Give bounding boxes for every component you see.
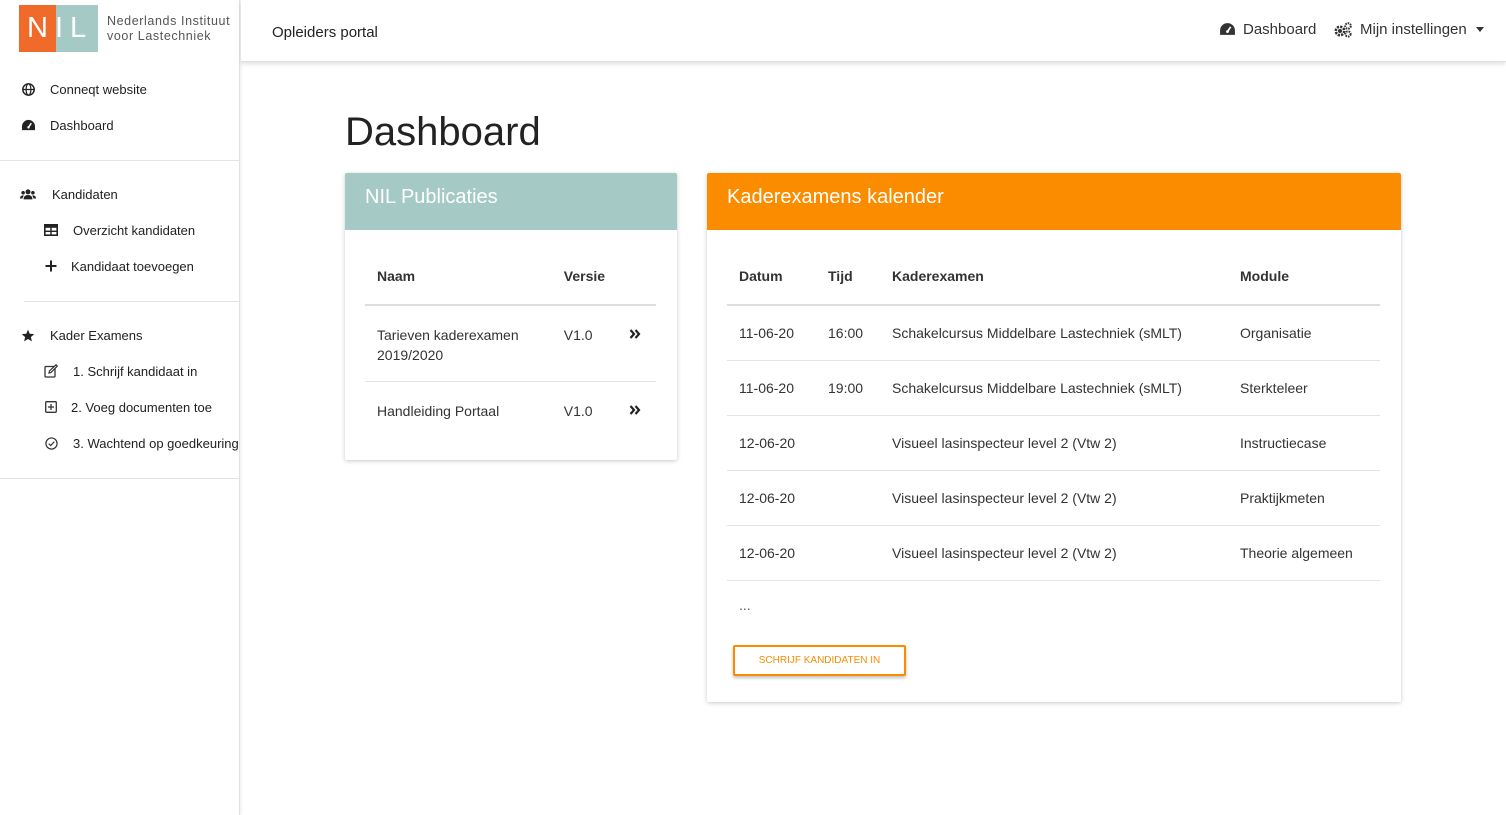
topbar-dashboard-link[interactable]: Dashboard [1219,21,1316,38]
check-circle-icon [43,435,59,451]
sidebar-item-label: Kandidaten [52,186,118,202]
sidebar-divider [24,301,240,302]
sidebar-item-label: Dashboard [50,117,114,133]
sidebar-item-label: 3. Wachtend op goedkeuring [73,435,239,451]
logo-mark: NIL [19,5,98,52]
chevron-down-icon [1475,27,1484,32]
page-title: Dashboard [345,110,541,154]
cell-tijd [816,470,880,526]
sidebar-item-kandidaten[interactable]: Kandidaten [20,186,118,202]
users-icon [20,186,36,202]
topbar-settings-label: Mijn instellingen [1360,21,1467,38]
sidebar-item-label: 2. Voeg documenten toe [71,399,212,415]
angle-double-right-icon [629,328,641,340]
table-row: 11-06-20 16:00 Schakelcursus Middelbare … [727,305,1380,361]
kalender-card: Kaderexamens kalender Datum Tijd Kaderex… [707,173,1401,702]
cell-naam: Tarieven kaderexamen 2019/2020 [365,305,552,382]
star-icon [20,327,36,343]
cell-naam: Handleiding Portaal [377,403,500,419]
cell-tijd: 16:00 [816,305,880,361]
globe-icon [20,81,36,97]
sidebar-item-kandidaat-toevoegen[interactable]: Kandidaat toevoegen [43,258,194,274]
sidebar-item-wachtend-op-goedkeuring[interactable]: 3. Wachtend op goedkeuring [43,435,239,451]
column-header-tijd: Tijd [816,248,880,306]
table-row: 12-06-20 Visueel lasinspecteur level 2 (… [727,470,1380,526]
publicaties-card-header: NIL Publicaties [345,173,677,230]
edit-icon [43,363,59,379]
cell-tijd [816,415,880,471]
topbar-title: Opleiders portal [272,24,378,41]
cell-module: Instructiecase [1228,415,1380,471]
cogs-icon [1333,21,1353,38]
column-header-action [617,248,656,306]
sidebar-item-label: Kandidaat toevoegen [71,258,194,274]
cell-kaderexamen: Schakelcursus Middelbare Lastechniek (sM… [880,360,1228,416]
cell-datum: 11-06-20 [727,360,816,416]
cell-kaderexamen: Schakelcursus Middelbare Lastechniek (sM… [880,305,1228,361]
cell-tijd [816,525,880,581]
sidebar-divider [0,478,240,479]
publicaties-table: Naam Versie Tarieven kaderexamen 2019/20… [365,248,656,437]
sidebar-item-label: Kader Examens [50,327,143,343]
cell-datum: 11-06-20 [727,305,816,361]
cell-datum: 12-06-20 [727,415,816,471]
kalender-card-header: Kaderexamens kalender [707,173,1401,230]
sidebar-item-dashboard[interactable]: Dashboard [20,117,114,133]
nil-logo[interactable]: NIL Nederlands Instituut voor Lastechnie… [19,5,230,53]
table-header-row: Datum Tijd Kaderexamen Module [727,248,1380,306]
more-indicator: ... [739,597,751,613]
sidebar-item-label: Conneqt website [50,81,147,97]
kalender-table: Datum Tijd Kaderexamen Module 11-06-20 1… [727,248,1380,581]
logo-name-line1: Nederlands Instituut [107,14,231,28]
cell-module: Praktijkmeten [1228,470,1380,526]
table-icon [43,222,59,238]
logo-name-line2: voor Lastechniek [107,29,212,43]
cell-kaderexamen: Visueel lasinspecteur level 2 (Vtw 2) [880,525,1228,581]
table-row: 12-06-20 Visueel lasinspecteur level 2 (… [727,415,1380,471]
logo-letters: NIL [27,12,94,44]
sidebar: NIL Nederlands Instituut voor Lastechnie… [0,0,240,815]
table-header-row: Naam Versie [365,248,656,306]
sidebar-item-voeg-documenten-toe[interactable]: 2. Voeg documenten toe [43,399,212,415]
schrijf-kandidaten-in-button[interactable]: SCHRIJF KANDIDATEN IN [733,645,906,676]
cell-versie: V1.0 [563,403,593,419]
cell-datum: 12-06-20 [727,470,816,526]
topbar-settings-dropdown[interactable]: Mijn instellingen [1333,21,1484,38]
table-row: 12-06-20 Visueel lasinspecteur level 2 (… [727,525,1380,581]
sidebar-item-conneqt-website[interactable]: Conneqt website [20,81,147,97]
column-header-datum: Datum [727,248,816,306]
plus-square-icon [43,399,59,415]
open-publication-button[interactable] [617,305,656,382]
cell-kaderexamen: Visueel lasinspecteur level 2 (Vtw 2) [880,470,1228,526]
cell-module: Theorie algemeen [1228,525,1380,581]
sidebar-item-label: Overzicht kandidaten [73,222,196,238]
column-header-kaderexamen: Kaderexamen [880,248,1228,306]
cell-module: Organisatie [1228,305,1380,361]
table-row: 11-06-20 19:00 Schakelcursus Middelbare … [727,360,1380,416]
table-row: Tarieven kaderexamen 2019/2020 V1.0 [365,305,656,382]
angle-double-right-icon [629,404,641,416]
sidebar-item-kader-examens[interactable]: Kader Examens [20,327,143,343]
column-header-versie: Versie [551,248,618,306]
sidebar-item-label: 1. Schrijf kandidaat in [73,363,198,379]
cell-tijd: 19:00 [816,360,880,416]
sidebar-divider [0,160,240,161]
topbar-dashboard-label: Dashboard [1243,21,1317,38]
logo-name: Nederlands Instituut voor Lastechniek [107,14,230,44]
column-header-module: Module [1228,248,1380,306]
sidebar-item-overzicht-kandidaten[interactable]: Overzicht kandidaten [43,222,195,238]
cell-module: Sterkteleer [1228,360,1380,416]
topbar: Opleiders portal Dashboard Mijn instelli… [241,0,1506,62]
column-header-naam: Naam [365,248,552,306]
table-row: Handleiding Portaal V1.0 [365,382,656,438]
cell-versie: V1.0 [551,305,618,382]
cell-datum: 12-06-20 [727,525,816,581]
publicaties-card: NIL Publicaties Naam Versie Tarieven kad… [345,173,677,460]
open-publication-button[interactable] [617,382,656,438]
tachometer-icon [20,117,36,133]
plus-icon [43,258,59,274]
tachometer-icon [1219,22,1236,37]
sidebar-item-schrijf-kandidaat-in[interactable]: 1. Schrijf kandidaat in [43,363,197,379]
cell-kaderexamen: Visueel lasinspecteur level 2 (Vtw 2) [880,415,1228,471]
